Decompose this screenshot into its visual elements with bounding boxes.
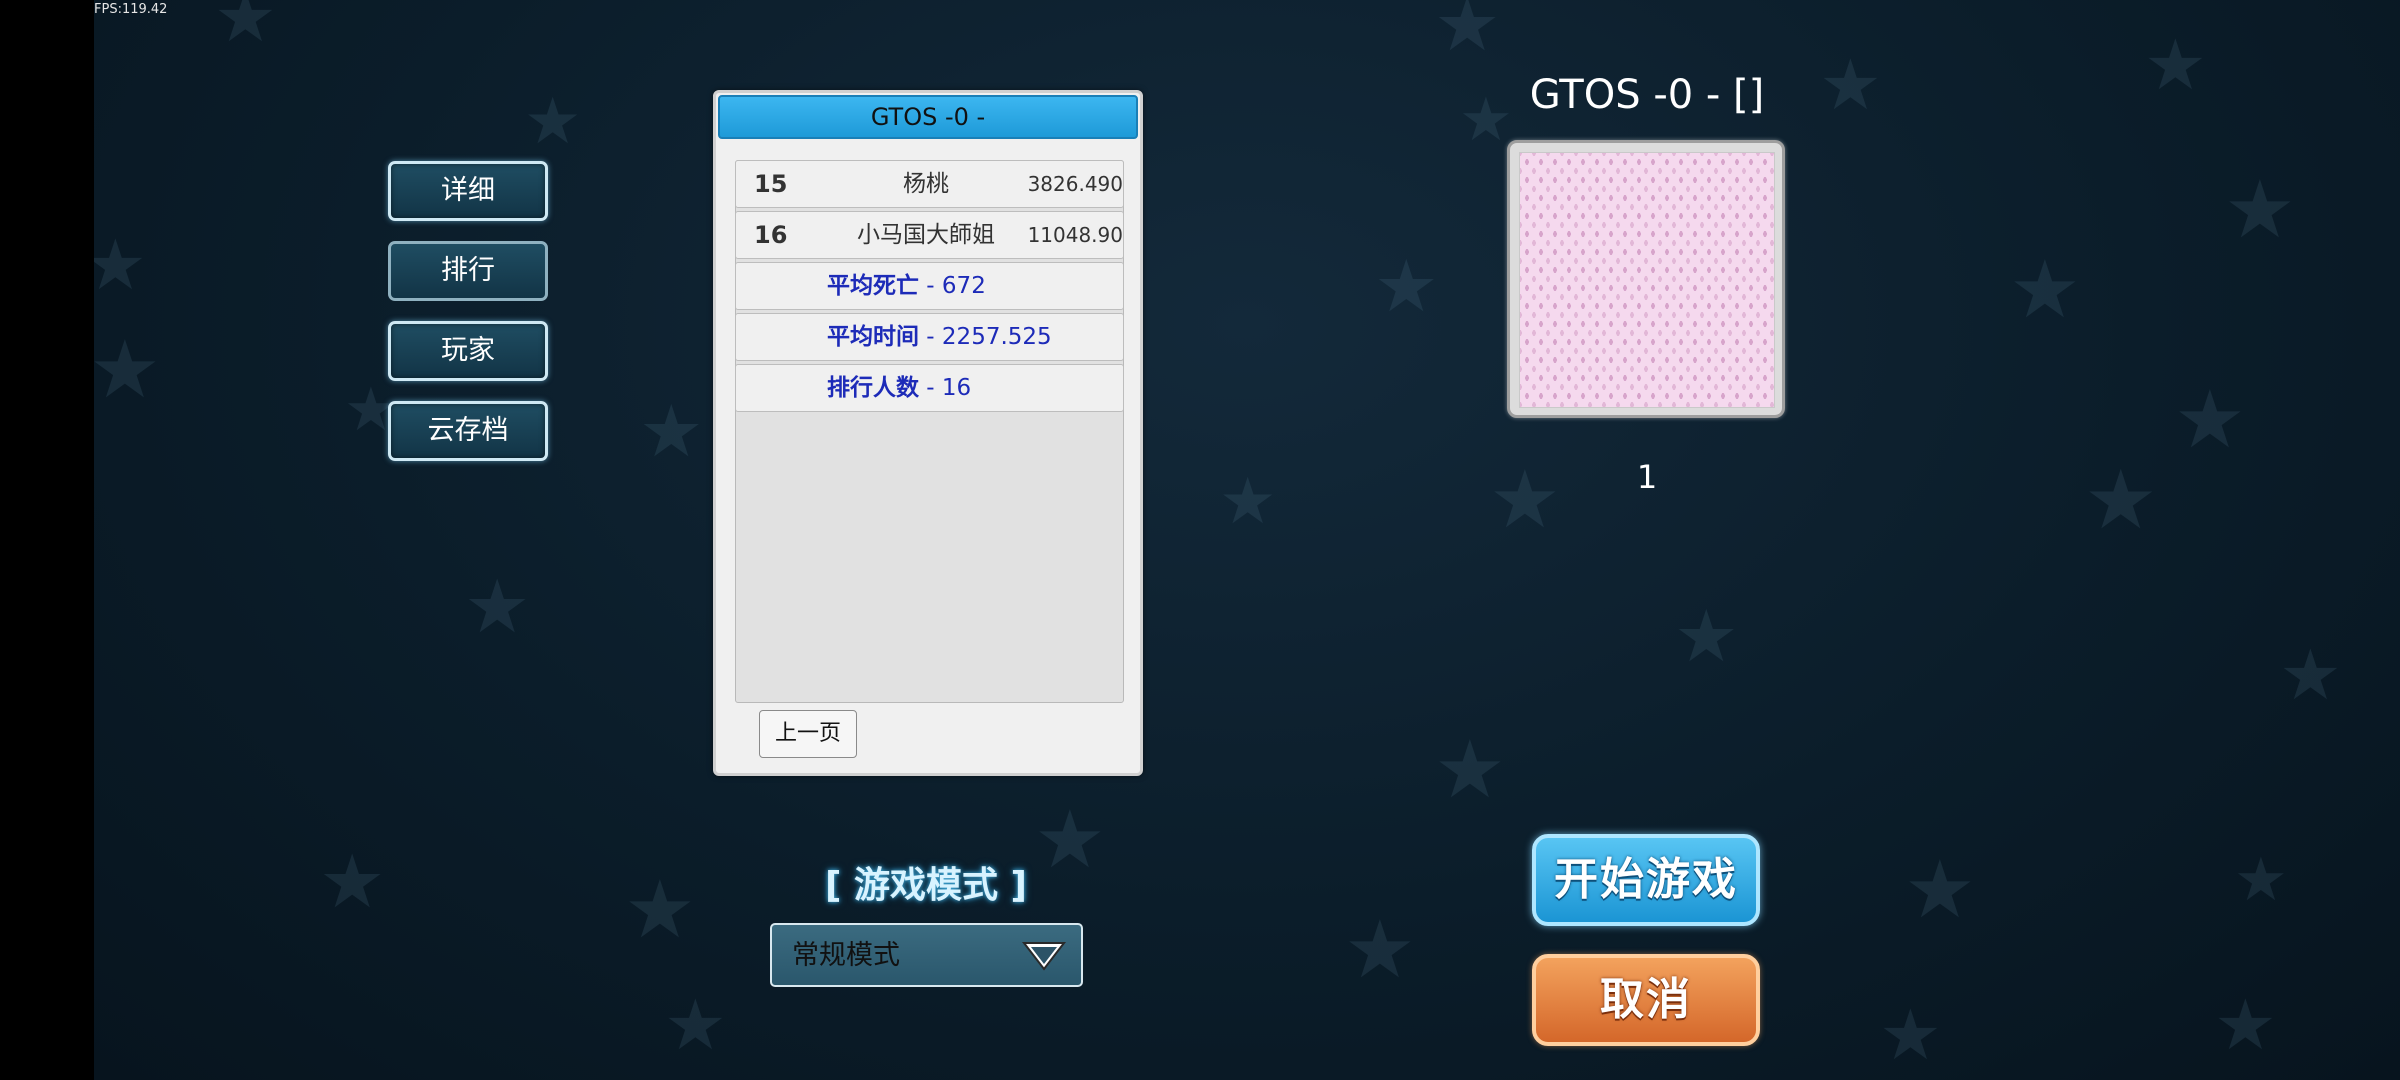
background-star-icon: ★	[1434, 723, 1506, 816]
background-star-icon: ★	[1374, 244, 1439, 328]
stat-row-ranked-count: 排行人数 - 16	[735, 364, 1124, 412]
players-button[interactable]: 玩家	[388, 321, 548, 381]
background-star-icon: ★	[1879, 994, 1942, 1076]
background-star-icon: ★	[214, 0, 277, 58]
entry-player-name: 小马国大師姐	[857, 222, 995, 248]
entry-score: 11048.90	[1027, 223, 1123, 247]
leaderboard-row: 16 小马国大師姐 11048.90	[735, 211, 1124, 259]
stat-value: - 16	[919, 375, 972, 401]
background-star-icon: ★	[624, 863, 696, 956]
background-star-icon: ★	[524, 85, 582, 159]
level-preview-frame	[1507, 140, 1785, 418]
start-game-button[interactable]: 开始游戏	[1532, 834, 1760, 926]
stat-value: - 2257.525	[919, 324, 1052, 350]
previous-page-button[interactable]: 上一页	[759, 710, 857, 758]
background-star-icon: ★	[2234, 845, 2288, 915]
background-star-icon: ★	[1219, 465, 1277, 539]
background-star-icon: ★	[94, 224, 147, 306]
background-star-icon: ★	[94, 323, 161, 416]
level-title: GTOS -0 - []	[1529, 72, 1765, 118]
leaderboard-title: GTOS -0 -	[718, 95, 1138, 139]
dropdown-arrow-icon	[1021, 942, 1067, 971]
game-mode-dropdown[interactable]: 常规模式	[770, 923, 1083, 987]
background-star-icon: ★	[464, 564, 531, 650]
leaderboard-list[interactable]: 15 杨桃 3826.490 16 小马国大師姐 11048.90 平均死亡 -…	[735, 160, 1124, 703]
background-star-icon: ★	[2009, 243, 2081, 336]
background-star-icon: ★	[2279, 634, 2342, 716]
background-star-icon: ★	[1674, 594, 1739, 678]
entry-score: 3826.490	[1027, 172, 1123, 196]
stat-value: - 672	[919, 273, 986, 299]
background-star-icon: ★	[1489, 453, 1561, 546]
entry-player-name: 杨桃	[903, 171, 949, 197]
leaderboard-row: 15 杨桃 3826.490	[735, 160, 1124, 208]
entry-rank: 15	[754, 170, 788, 198]
fps-counter: FPS:119.42	[94, 2, 168, 17]
stat-label: 排行人数	[827, 375, 919, 401]
background-star-icon: ★	[2174, 373, 2246, 466]
level-preview-image	[1519, 152, 1775, 408]
game-mode-selected-value: 常规模式	[792, 940, 900, 971]
background-star-icon: ★	[664, 984, 727, 1066]
stat-row-average-time: 平均时间 - 2257.525	[735, 313, 1124, 361]
details-button[interactable]: 详细	[388, 161, 548, 221]
background-star-icon: ★	[2144, 24, 2207, 106]
background-star-icon: ★	[2084, 453, 2158, 548]
stat-label: 平均时间	[827, 324, 919, 350]
level-count: 1	[1636, 458, 1658, 496]
cancel-button[interactable]: 取消	[1532, 954, 1760, 1046]
background-star-icon: ★	[639, 389, 704, 473]
left-black-bar	[0, 0, 94, 1080]
stat-label: 平均死亡	[827, 273, 919, 299]
entry-rank: 16	[754, 221, 788, 249]
cloud-save-button[interactable]: 云存档	[388, 401, 548, 461]
game-mode-title: [ 游戏模式 ]	[825, 865, 1027, 906]
background-star-icon: ★	[1434, 0, 1501, 68]
background-star-icon: ★	[1904, 843, 1976, 936]
ranking-button[interactable]: 排行	[388, 241, 548, 301]
background-star-icon: ★	[2214, 984, 2277, 1066]
background-star-icon: ★	[1819, 44, 1882, 126]
stat-row-average-deaths: 平均死亡 - 672	[735, 262, 1124, 310]
leaderboard-panel: GTOS -0 - 15 杨桃 3826.490 16 小马国大師姐 11048…	[713, 90, 1143, 776]
background-star-icon: ★	[2224, 163, 2296, 256]
background-star-icon: ★	[1344, 903, 1416, 996]
background-star-icon: ★	[319, 839, 386, 925]
